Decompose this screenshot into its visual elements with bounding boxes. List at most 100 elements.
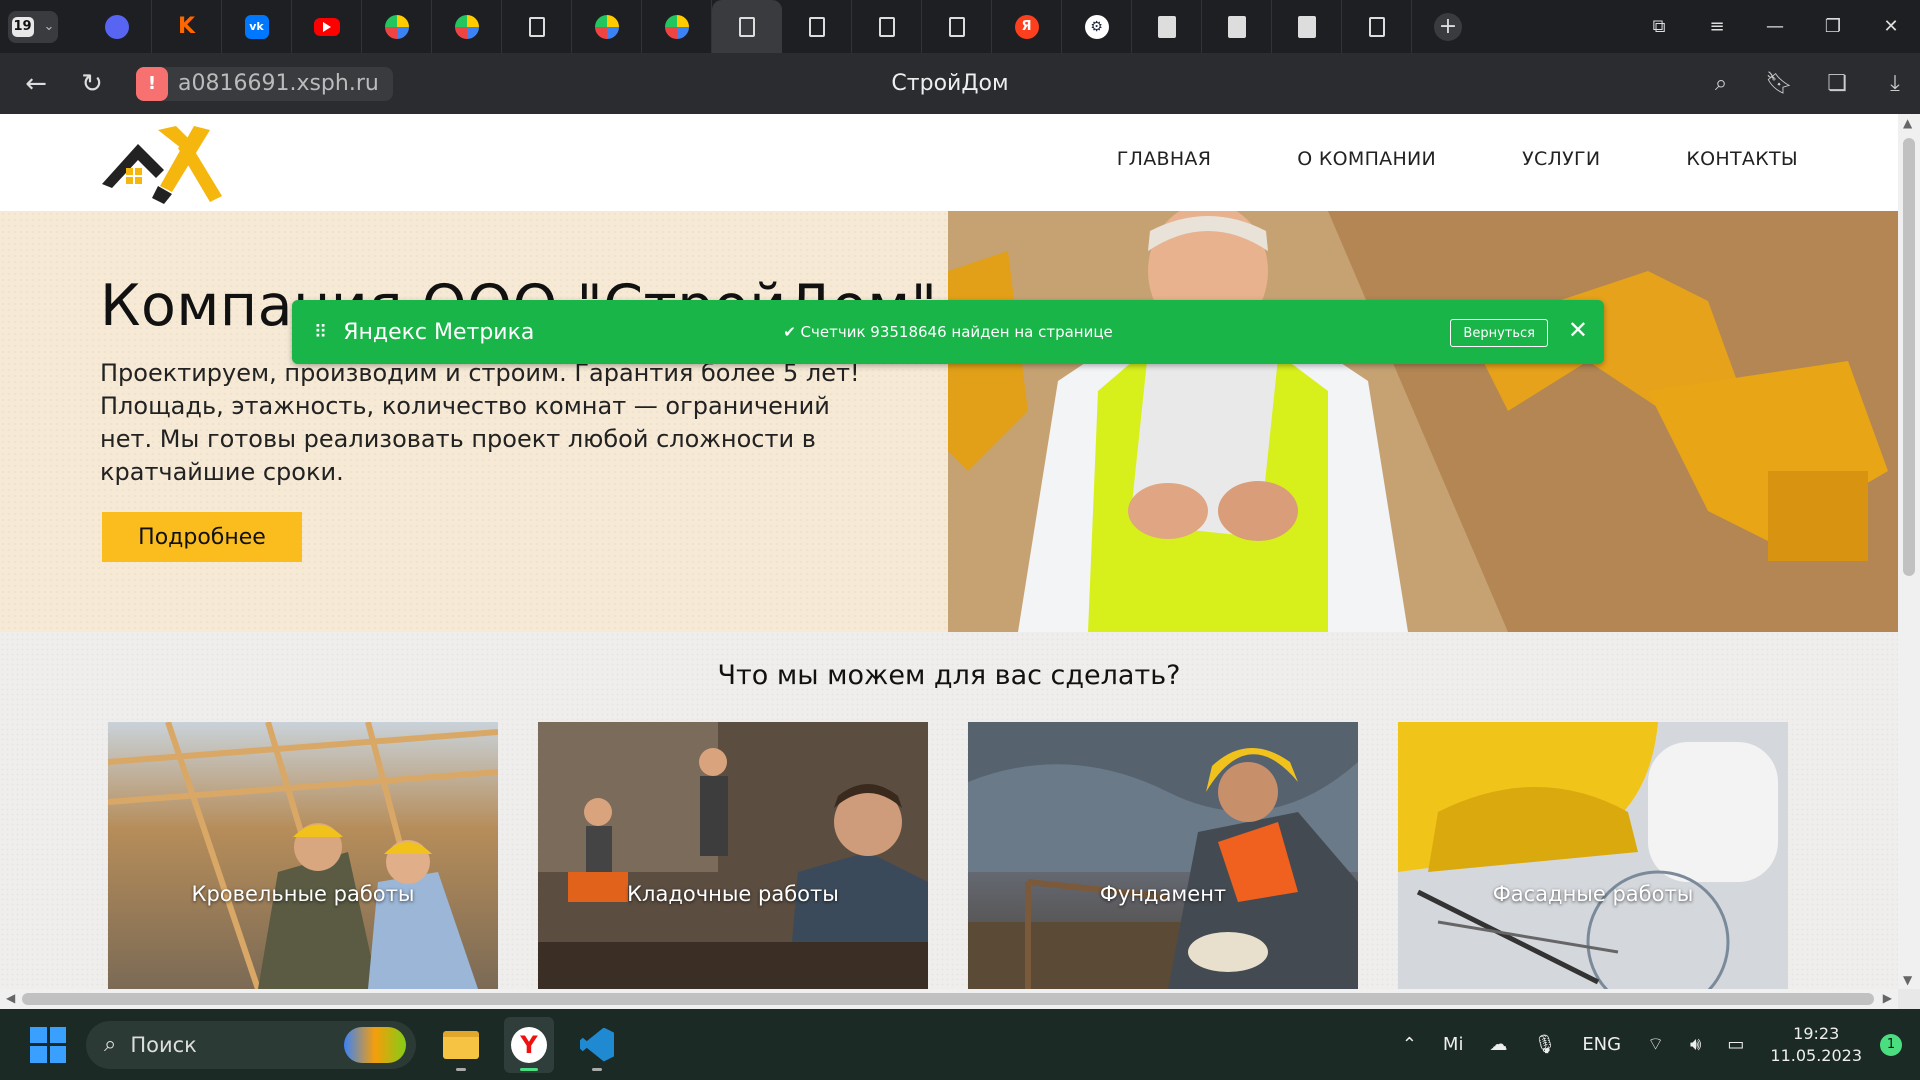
close-icon[interactable]: ✕ bbox=[1568, 316, 1588, 344]
horizontal-scrollbar[interactable]: ◀ ▶ bbox=[0, 989, 1898, 1009]
page-icon bbox=[1368, 16, 1385, 37]
search-icon: ⌕ bbox=[104, 1032, 117, 1057]
browser-tab[interactable] bbox=[1272, 0, 1342, 53]
metrika-return-button[interactable]: Вернуться bbox=[1450, 319, 1548, 347]
kinopoisk-icon: K bbox=[177, 14, 196, 39]
vertical-scroll-thumb[interactable] bbox=[1903, 138, 1915, 576]
service-card-roofing[interactable]: Кровельные работы bbox=[108, 722, 498, 989]
service-card-masonry[interactable]: Кладочные работы bbox=[538, 722, 928, 989]
vertical-scrollbar[interactable]: ▲ ▼ bbox=[1898, 114, 1920, 989]
scroll-down-icon[interactable]: ▼ bbox=[1903, 973, 1912, 987]
browser-tab[interactable] bbox=[922, 0, 992, 53]
page-icon bbox=[948, 16, 965, 37]
tab-count-button[interactable]: 19 ⌄ bbox=[8, 10, 58, 43]
vscode-app[interactable] bbox=[572, 1017, 622, 1073]
browser-tab[interactable] bbox=[642, 0, 712, 53]
clock[interactable]: 19:23 11.05.2023 bbox=[1770, 1023, 1862, 1067]
youtube-icon bbox=[313, 17, 340, 36]
browser-tab[interactable] bbox=[572, 0, 642, 53]
metrika-message-text: Счетчик 93518646 найден на странице bbox=[800, 323, 1113, 341]
browser-tab[interactable] bbox=[362, 0, 432, 53]
restore-button[interactable]: ❐ bbox=[1804, 16, 1862, 37]
browser-tab[interactable] bbox=[852, 0, 922, 53]
page-icon bbox=[808, 16, 825, 37]
volume-icon[interactable]: 🔊︎ bbox=[1690, 1034, 1701, 1055]
hero-image bbox=[948, 211, 1898, 632]
minimize-button[interactable]: — bbox=[1746, 16, 1804, 37]
browser-tab[interactable]: Я bbox=[992, 0, 1062, 53]
battery-icon[interactable]: ▭ bbox=[1727, 1034, 1744, 1055]
company-logo[interactable] bbox=[98, 122, 226, 206]
insecure-warning-icon[interactable]: ! bbox=[136, 66, 168, 101]
nav-about[interactable]: О КОМПАНИИ bbox=[1297, 148, 1436, 170]
browser-tab[interactable] bbox=[292, 0, 362, 53]
language-indicator[interactable]: ENG bbox=[1582, 1034, 1621, 1055]
search-page-icon[interactable]: ⌕ bbox=[1706, 71, 1736, 96]
download-icon[interactable]: ⤓ bbox=[1880, 71, 1910, 96]
service-card-foundation[interactable]: Фундамент bbox=[968, 722, 1358, 989]
wifi-icon[interactable]: ⌔ bbox=[1647, 1033, 1664, 1056]
browser-tab[interactable]: ⚙ bbox=[1062, 0, 1132, 53]
service-label: Фасадные работы bbox=[1492, 882, 1694, 906]
chevron-up-icon[interactable]: ⌃ bbox=[1402, 1034, 1417, 1055]
reload-button[interactable]: ↻ bbox=[72, 64, 112, 104]
nav-home[interactable]: ГЛАВНАЯ bbox=[1117, 148, 1212, 170]
search-placeholder: Поиск bbox=[130, 1032, 197, 1057]
scroll-left-icon[interactable]: ◀ bbox=[6, 991, 15, 1005]
service-card-facade[interactable]: Фасадные работы bbox=[1398, 722, 1788, 989]
scroll-right-icon[interactable]: ▶ bbox=[1883, 991, 1892, 1005]
cloud-icon[interactable]: ☁ bbox=[1489, 1034, 1507, 1055]
start-button[interactable] bbox=[30, 1026, 66, 1063]
new-tab-button[interactable]: + bbox=[1434, 12, 1462, 41]
steam-icon: ⚙ bbox=[1084, 14, 1109, 39]
nav-contacts[interactable]: КОНТАКТЫ bbox=[1686, 148, 1798, 170]
url-box[interactable]: ! a0816691.xsph.ru bbox=[136, 66, 393, 101]
taskbar: ⌕ Поиск Y ⌃ Mi ☁ 🎙︎ ENG ⌔ 🔊︎ ▭ 19:23 11.… bbox=[0, 1009, 1920, 1080]
yandex-services-icon bbox=[454, 14, 479, 39]
taskbar-search[interactable]: ⌕ Поиск bbox=[86, 1020, 416, 1069]
tab-strip: Kvk Я ⚙ bbox=[82, 0, 1412, 53]
site-header: ГЛАВНАЯ О КОМПАНИИ УСЛУГИ КОНТАКТЫ bbox=[0, 114, 1898, 211]
main-nav: ГЛАВНАЯ О КОМПАНИИ УСЛУГИ КОНТАКТЫ bbox=[1117, 148, 1798, 170]
back-button[interactable]: ← bbox=[16, 64, 56, 104]
app-tray-icon[interactable]: Mi bbox=[1443, 1034, 1464, 1055]
tab-bar: 19 ⌄ Kvk Я ⚙ + ⧉ ≡ — ❐ ✕ bbox=[0, 0, 1920, 53]
browser-tab[interactable] bbox=[782, 0, 852, 53]
file-explorer-app[interactable] bbox=[436, 1017, 486, 1073]
browser-tab[interactable] bbox=[432, 0, 502, 53]
yandex-services-icon bbox=[594, 14, 619, 39]
yandex-icon: Я bbox=[1014, 14, 1039, 39]
browser-tab[interactable] bbox=[1202, 0, 1272, 53]
services-title: Что мы можем для вас сделать? bbox=[717, 660, 1181, 691]
collections-icon[interactable]: ❏ bbox=[1822, 71, 1852, 96]
search-highlight-image[interactable] bbox=[344, 1026, 406, 1063]
page-icon bbox=[878, 16, 895, 37]
scroll-up-icon[interactable]: ▲ bbox=[1903, 116, 1912, 130]
scroll-corner bbox=[1898, 989, 1920, 1009]
url-text[interactable]: a0816691.xsph.ru bbox=[178, 71, 379, 96]
discord-icon bbox=[104, 14, 129, 39]
more-button[interactable]: Подробнее bbox=[102, 512, 302, 562]
nav-services[interactable]: УСЛУГИ bbox=[1522, 148, 1600, 170]
browser-tab[interactable] bbox=[712, 0, 782, 53]
browser-tab[interactable] bbox=[1342, 0, 1412, 53]
browser-tab[interactable]: vk bbox=[222, 0, 292, 53]
notification-badge[interactable]: 1 bbox=[1880, 1033, 1902, 1056]
page-filled-icon bbox=[1297, 15, 1316, 38]
hero-text: Проектируем, производим и строим. Гарант… bbox=[100, 359, 860, 486]
horizontal-scroll-thumb[interactable] bbox=[22, 993, 1874, 1005]
bookmark-icon[interactable]: 🔖︎ bbox=[1764, 71, 1794, 96]
browser-tab[interactable] bbox=[502, 0, 572, 53]
microphone-icon[interactable]: 🎙︎ bbox=[1533, 1034, 1556, 1055]
browser-tab[interactable] bbox=[1132, 0, 1202, 53]
collections-icon[interactable]: ⧉ bbox=[1630, 16, 1688, 37]
page-filled-icon bbox=[1157, 15, 1176, 38]
metrika-brand: Яндекс Метрика bbox=[343, 319, 535, 345]
close-window-button[interactable]: ✕ bbox=[1862, 16, 1920, 37]
drag-handle-icon[interactable]: ⠿ bbox=[314, 322, 327, 343]
browser-tab[interactable] bbox=[82, 0, 152, 53]
yandex-browser-app[interactable]: Y bbox=[504, 1016, 554, 1073]
browser-tab[interactable]: K bbox=[152, 0, 222, 53]
page-filled-icon bbox=[1227, 15, 1246, 38]
menu-icon[interactable]: ≡ bbox=[1688, 16, 1746, 37]
